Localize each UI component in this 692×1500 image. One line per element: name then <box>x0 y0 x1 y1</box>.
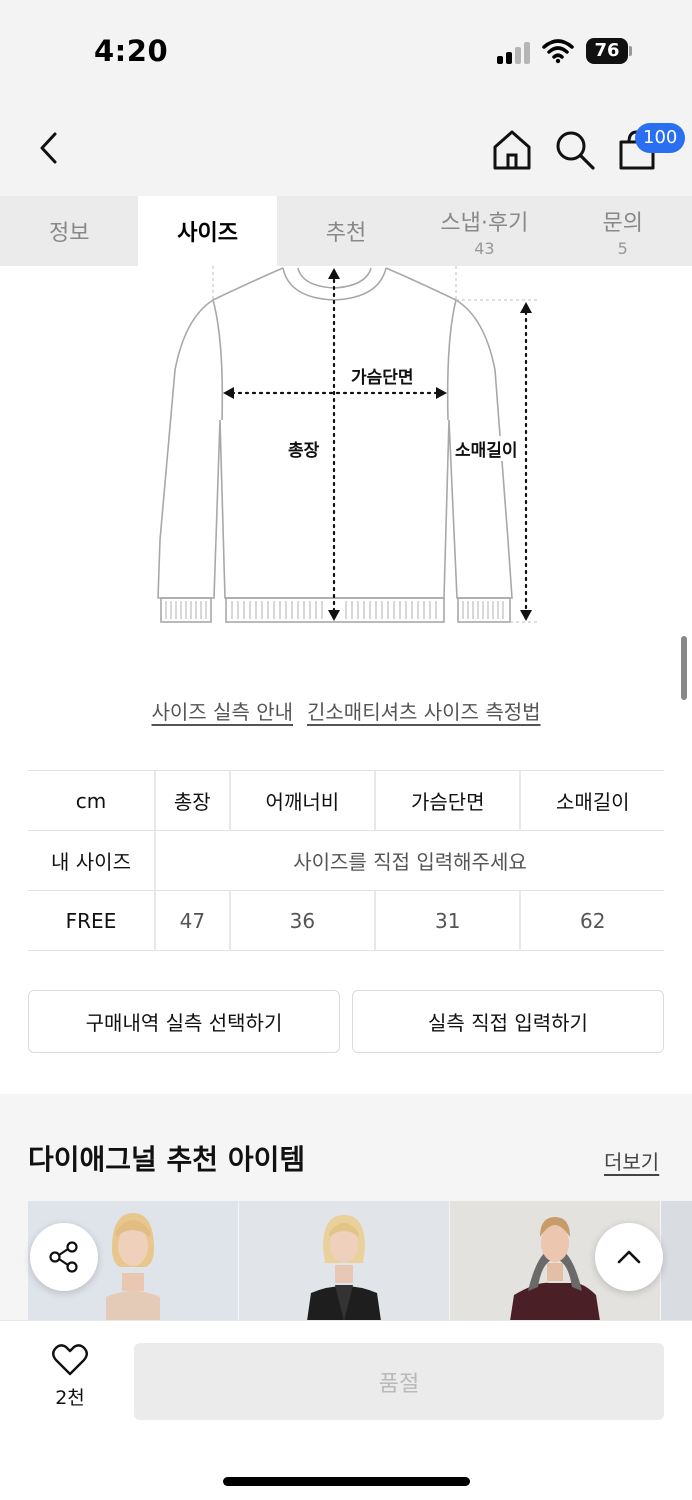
table-header: 총장 <box>154 770 230 831</box>
product-thumbnail[interactable] <box>661 1201 692 1321</box>
table-header: 소매길이 <box>519 770 664 831</box>
status-bar: 4:20 76 <box>0 0 692 98</box>
battery-icon: 76 <box>586 38 632 64</box>
table-cell: 47 <box>154 890 230 951</box>
home-indicator <box>223 1477 470 1486</box>
table-cell: 31 <box>374 890 521 951</box>
sweatshirt-diagram-icon <box>157 266 538 623</box>
tab-label: 문의 <box>602 210 643 236</box>
sold-out-button[interactable]: 품절 <box>134 1343 664 1420</box>
scroll-top-button[interactable] <box>595 1223 663 1291</box>
enter-measure-button[interactable]: 실측 직접 입력하기 <box>352 990 664 1053</box>
tab-label: 사이즈 <box>177 221 238 246</box>
measure-guide-link[interactable]: 사이즈 실측 안내 <box>151 696 293 730</box>
tab-count: 5 <box>617 238 628 258</box>
my-size-label: 내 사이즈 <box>28 830 155 891</box>
recommend-title: 다이애그널 추천 아이템 <box>28 1143 306 1176</box>
chest-label: 가슴단면 <box>349 363 416 388</box>
table-cell: 36 <box>228 890 376 951</box>
like-button[interactable]: 2천 <box>40 1343 100 1423</box>
nav-bar: 100 <box>0 98 692 196</box>
size-name: FREE <box>28 890 155 951</box>
measure-method-link[interactable]: 긴소매티셔츠 사이즈 측정법 <box>307 696 541 730</box>
table-row: FREE 47 36 31 62 <box>28 890 664 951</box>
tab-bar: 정보 사이즈 추천 스냅·후기 43 문의 5 <box>0 196 692 266</box>
length-label: 총장 <box>286 436 322 461</box>
status-time: 4:20 <box>94 34 169 68</box>
share-icon <box>49 1241 78 1273</box>
signal-icon <box>497 40 533 64</box>
tab-count: 43 <box>474 238 495 258</box>
table-header: cm <box>28 770 155 831</box>
tab-label: 정보 <box>48 221 90 246</box>
share-button[interactable] <box>30 1223 98 1291</box>
scrollbar[interactable] <box>681 636 687 700</box>
size-table: cm 총장 어깨너비 가슴단면 소매길이 내 사이즈 사이즈를 직접 입력해주세… <box>28 770 664 951</box>
size-diagram: 가슴단면 총장 소매길이 <box>0 266 692 636</box>
battery-level: 76 <box>586 38 628 64</box>
tab-recommend[interactable]: 추천 <box>277 196 415 266</box>
chevron-up-icon <box>617 1250 641 1264</box>
sleeve-label: 소매길이 <box>453 436 520 461</box>
my-size-row: 내 사이즈 사이즈를 직접 입력해주세요 <box>28 830 664 891</box>
wifi-icon <box>542 38 574 64</box>
tab-inquiry[interactable]: 문의 5 <box>554 196 692 266</box>
like-count: 2천 <box>55 1387 85 1409</box>
tab-label: 추천 <box>325 221 367 246</box>
tab-size[interactable]: 사이즈 <box>138 196 277 266</box>
cart-badge: 100 <box>635 123 686 153</box>
back-icon[interactable] <box>30 128 70 168</box>
tab-label: 스냅·후기 <box>440 210 529 236</box>
table-header: 가슴단면 <box>374 770 521 831</box>
my-size-input[interactable]: 사이즈를 직접 입력해주세요 <box>154 830 664 891</box>
size-guide-links: 사이즈 실측 안내 긴소매티셔츠 사이즈 측정법 <box>0 696 692 730</box>
product-thumbnail[interactable] <box>239 1201 449 1321</box>
tab-snap-review[interactable]: 스냅·후기 43 <box>415 196 553 266</box>
select-purchase-measure-button[interactable]: 구매내역 실측 선택하기 <box>28 990 340 1053</box>
tab-info[interactable]: 정보 <box>0 196 138 266</box>
home-icon[interactable] <box>490 128 534 172</box>
heart-icon <box>52 1344 88 1376</box>
more-link[interactable]: 더보기 <box>604 1146 659 1175</box>
search-icon[interactable] <box>553 128 597 172</box>
table-header-row: cm 총장 어깨너비 가슴단면 소매길이 <box>28 770 664 831</box>
bottom-action-bar: 2천 품절 <box>0 1320 692 1500</box>
table-header: 어깨너비 <box>228 770 376 831</box>
table-cell: 62 <box>519 890 664 951</box>
